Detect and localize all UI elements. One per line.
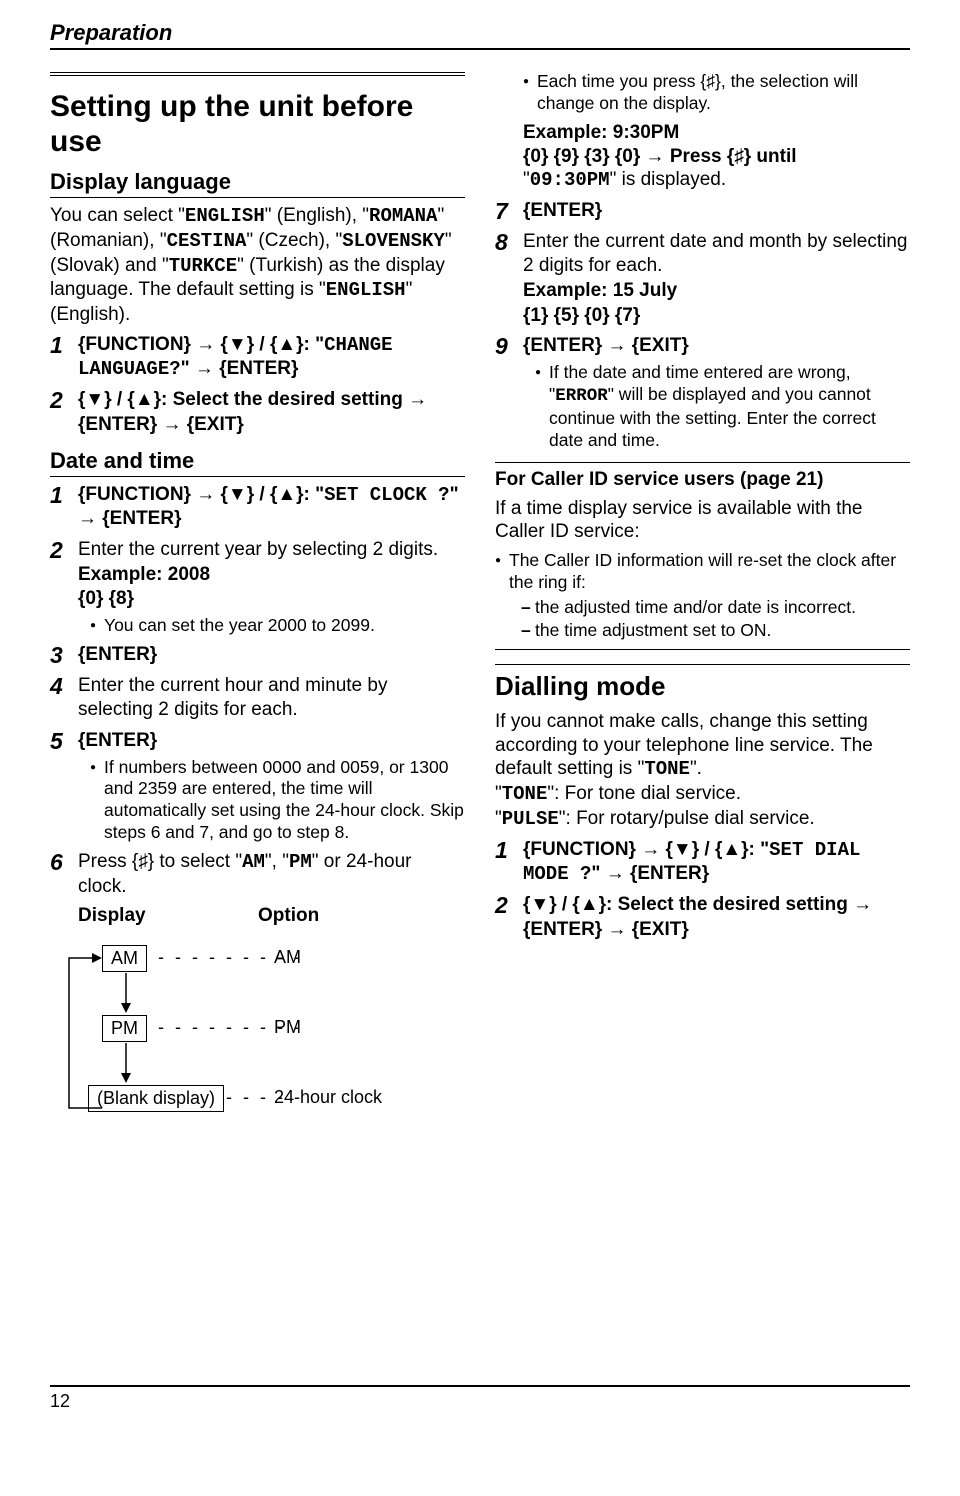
- lang-step-1: 1 {FUNCTION} → {▼} / {▲}: "CHANGE LANGUA…: [50, 333, 465, 382]
- language-description: You can select "ENGLISH" (English), "ROM…: [50, 204, 465, 327]
- main-title: Setting up the unit before use: [50, 72, 465, 159]
- diag-pm-opt: PM: [274, 1017, 301, 1038]
- arrow-down-icon: [118, 973, 134, 1013]
- page: Preparation Setting up the unit before u…: [0, 0, 960, 1432]
- 24hr-note: If numbers between 0000 and 0059, or 130…: [90, 757, 465, 845]
- callerid-dash-2: the time adjustment set to ON.: [521, 620, 910, 641]
- page-number: 12: [50, 1391, 70, 1411]
- dial-step-1: 1 {FUNCTION} → {▼} / {▲}: "SET DIAL MODE…: [495, 838, 910, 887]
- dt-step-8: 8 Enter the current date and month by se…: [495, 230, 910, 329]
- diag-24-opt: 24-hour clock: [274, 1087, 382, 1108]
- datetime-steps: 1 {FUNCTION} → {▼} / {▲}: "SET CLOCK ?" …: [50, 483, 465, 900]
- dial-step-2: 2 {▼} / {▲}: Select the desired setting …: [495, 893, 910, 942]
- left-column: Setting up the unit before use Display l…: [50, 68, 465, 1165]
- dialling-heading: Dialling mode: [495, 664, 910, 702]
- dt-step-7: 7 {ENTER}: [495, 199, 910, 224]
- col-display: Display: [78, 905, 258, 927]
- two-column-layout: Setting up the unit before use Display l…: [50, 68, 910, 1165]
- col-option: Option: [258, 905, 438, 927]
- dt-step-2: 2 Enter the current year by selecting 2 …: [50, 538, 465, 637]
- page-footer: 12: [50, 1385, 910, 1412]
- dt-step-5: 5 {ENTER} If numbers between 0000 and 00…: [50, 729, 465, 844]
- date-time-heading: Date and time: [50, 448, 465, 477]
- callerid-body: If a time display service is available w…: [495, 497, 910, 545]
- arrow-down-icon: [118, 1043, 134, 1083]
- display-language-heading: Display language: [50, 169, 465, 198]
- callerid-callout: For Caller ID service users (page 21) If…: [495, 462, 910, 650]
- callerid-dash-1: the adjusted time and/or date is incorre…: [521, 597, 910, 618]
- dt-step-9: 9 {ENTER} → {EXIT} If the date and time …: [495, 334, 910, 451]
- hash-note: Each time you press {♯}, the selection w…: [523, 71, 910, 115]
- diag-am-opt: AM: [274, 947, 301, 968]
- right-column: Each time you press {♯}, the selection w…: [495, 68, 910, 1165]
- callerid-title: For Caller ID service users (page 21): [495, 469, 910, 491]
- example-930pm: Example: 9:30PM {0} {9} {3} {0} → Press …: [495, 121, 910, 193]
- diag-blank-box: (Blank display): [88, 1085, 224, 1112]
- dt-step-4: 4 Enter the current hour and minute by s…: [50, 674, 465, 723]
- page-header: Preparation: [50, 20, 910, 50]
- option-table-header: Display Option: [50, 905, 465, 927]
- language-steps: 1 {FUNCTION} → {▼} / {▲}: "CHANGE LANGUA…: [50, 333, 465, 438]
- lang-step-2: 2 {▼} / {▲}: Select the desired setting …: [50, 388, 465, 437]
- dial-steps: 1 {FUNCTION} → {▼} / {▲}: "SET DIAL MODE…: [495, 838, 910, 943]
- dt-step-3: 3 {ENTER}: [50, 643, 465, 668]
- dialling-intro: If you cannot make calls, change this se…: [495, 710, 910, 832]
- callerid-bullet: The Caller ID information will re-set th…: [495, 550, 910, 594]
- year-range-note: You can set the year 2000 to 2099.: [90, 615, 465, 637]
- return-line-icon: [64, 953, 104, 1113]
- dt-step-6: 6 Press {♯} to select "AM", "PM" or 24-h…: [50, 850, 465, 899]
- ampm-diagram: AM - - - - - - - - - AM PM - - - - - - -…: [58, 935, 465, 1165]
- dt-step-1: 1 {FUNCTION} → {▼} / {▲}: "SET CLOCK ?" …: [50, 483, 465, 532]
- diag-pm-box: PM: [102, 1015, 147, 1042]
- diag-am-box: AM: [102, 945, 147, 972]
- datetime-steps-cont: 7 {ENTER} 8 Enter the current date and m…: [495, 199, 910, 452]
- error-note: If the date and time entered are wrong, …: [535, 362, 910, 452]
